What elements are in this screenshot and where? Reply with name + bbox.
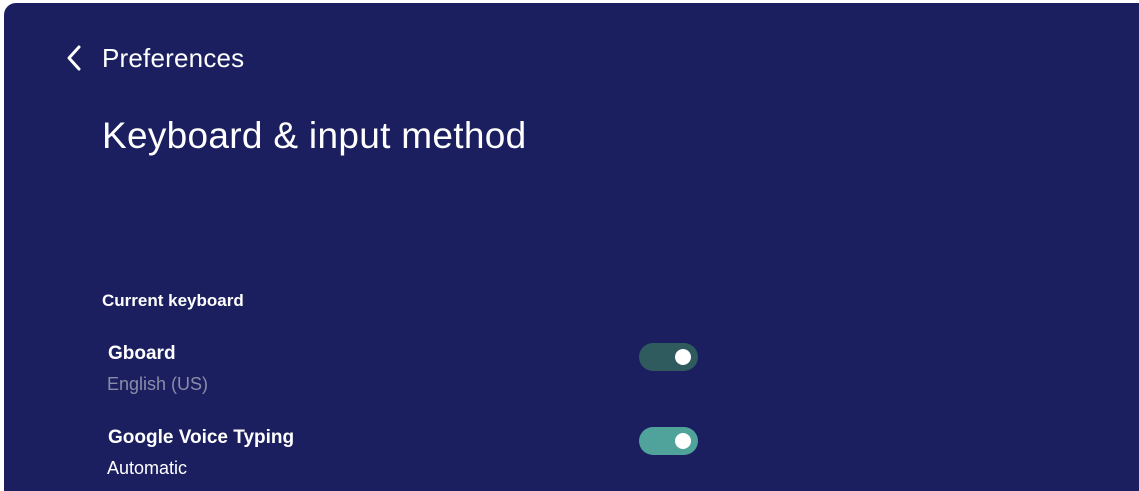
setting-subtitle: English (US) [107, 374, 209, 394]
toggle-knob [675, 349, 691, 365]
back-label: Preferences [102, 42, 245, 73]
setting-row-google-voice-typing[interactable]: Google Voice Typing Automatic [102, 425, 702, 485]
gboard-toggle[interactable] [639, 343, 698, 371]
setting-title: Gboard [108, 343, 176, 364]
google-voice-typing-toggle[interactable] [639, 427, 698, 455]
chevron-left-icon[interactable] [64, 43, 86, 73]
page-title: Keyboard & input method [102, 115, 527, 156]
setting-row-gboard[interactable]: Gboard English (US) [102, 341, 702, 401]
back-button[interactable]: Preferences [64, 41, 244, 75]
toggle-knob [675, 433, 691, 449]
setting-subtitle: Automatic [107, 458, 188, 478]
section-header-current-keyboard: Current keyboard [102, 291, 244, 310]
setting-title: Google Voice Typing [108, 427, 295, 448]
settings-panel: Preferences Keyboard & input method Curr… [4, 3, 1139, 491]
